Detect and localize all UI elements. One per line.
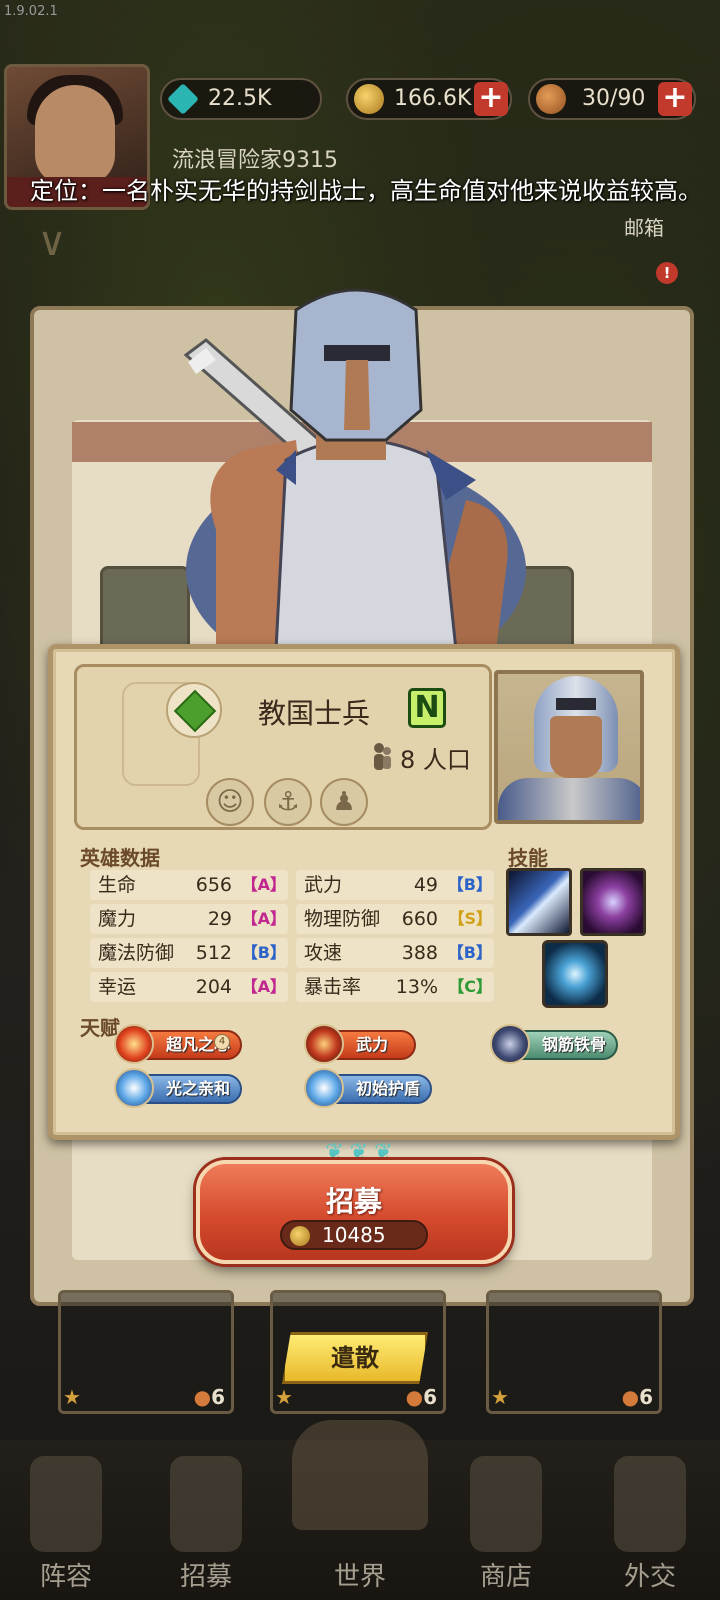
drumstick-icon: ● [405,1385,424,1409]
gem-icon [167,83,199,115]
stamina-value: 30/90 [582,86,646,111]
anchor-sword-icon[interactable]: ⚓ [264,778,312,826]
avatar-face [35,85,115,185]
recruit-card-3[interactable]: ★ ●6 [486,1290,662,1414]
talents-section-label: 天赋 [80,1016,120,1040]
hero-portrait [494,670,644,824]
version-label: 1.9.02.1 [4,4,58,19]
stat-physical-defense: 物理防御 660 【S】 [296,904,494,934]
shield-swirl-icon [304,1068,344,1108]
coin-icon [354,84,384,114]
population-text: 8 人口 [400,746,471,774]
talent-iron-body[interactable]: 钢筋铁骨 [490,1024,619,1064]
talent-force[interactable]: 武力 [304,1024,416,1064]
gold-counter: 166.6K + [346,78,512,120]
dismiss-button[interactable]: 遣散 [282,1332,428,1384]
hero-role-description: 定位：一名朴实无华的持剑战士，高生命值对他来说收益较高。 [30,177,702,205]
talent-initial-shield[interactable]: 初始护盾 [304,1068,433,1108]
nav-world[interactable]: 世界 [300,1456,420,1596]
skills-section-label: 技能 [508,846,548,870]
stat-magic-defense: 魔法防御 512 【B】 [90,938,288,968]
star-icon: ★ [63,1385,81,1409]
mail-alert-badge: ! [656,262,678,284]
bell-icon [170,1456,242,1552]
stat-magic: 魔力 29 【A】 [90,904,288,934]
stat-hp: 生命 656 【A】 [90,870,288,900]
rarity-badge: N [408,688,446,728]
player-name: 流浪冒险家9315 [172,148,338,173]
vortex-icon[interactable] [580,868,646,936]
drumstick-icon: ● [621,1385,640,1409]
recruit-cost-value: 10485 [322,1223,386,1247]
sword-slash-icon[interactable] [506,868,572,936]
gems-counter: 22.5K [160,78,322,120]
handshake-icon [614,1456,686,1552]
crosshair-shield-icon[interactable] [542,940,608,1008]
nav-lineup[interactable]: 阵容 [6,1456,126,1596]
coin-icon [290,1226,310,1246]
drumstick-icon [536,84,566,114]
gems-value: 22.5K [208,86,272,111]
add-stamina-button[interactable]: + [658,82,692,116]
light-icon [114,1068,154,1108]
crate-icon [470,1456,542,1552]
add-gold-button[interactable]: + [474,82,508,116]
class-gem-icon [166,682,222,738]
talent-level-badge: 4 [214,1034,230,1050]
person-icon[interactable]: ♟ [320,778,368,826]
stat-force: 武力 49 【B】 [296,870,494,900]
recruit-cost: 10485 [280,1220,428,1250]
card-count: 6 [423,1385,437,1409]
hero-name: 教国士兵 [258,697,371,730]
recruit-card-1[interactable]: ★ ●6 [58,1290,234,1414]
stat-crit-rate: 暴击率 13% 【C】 [296,972,494,1002]
stat-luck: 幸运 204 【A】 [90,972,288,1002]
nav-recruit[interactable]: 招募 [146,1456,266,1596]
recruit-button[interactable]: 招募 10485 [196,1160,512,1264]
armor-icon [490,1024,530,1064]
gold-value: 166.6K [394,86,472,111]
female-face-icon[interactable]: ☺ [206,778,254,826]
warrior-icon [304,1024,344,1064]
chevron-down-icon[interactable]: ∨ [22,212,82,272]
recruit-label: 招募 [325,1185,382,1218]
star-icon: ★ [275,1385,293,1409]
stat-attack-speed: 攻速 388 【B】 [296,938,494,968]
nav-shop[interactable]: 商店 [446,1456,566,1596]
star-icon: ★ [491,1385,509,1409]
mailbox-button[interactable]: 邮箱 [624,212,664,241]
stats-grid: 生命 656 【A】 武力 49 【B】 魔力 29 【A】 物理防御 660 … [80,860,496,1002]
nav-diplomacy[interactable]: 外交 [590,1456,710,1596]
card-count: 6 [639,1385,653,1409]
stamina-counter: 30/90 + [528,78,696,120]
helmet-icon [30,1456,102,1552]
talent-light-affinity[interactable]: 光之亲和 [114,1068,243,1108]
hero-figure [183,288,526,650]
card-count: 6 [211,1385,225,1409]
population-icon [374,743,391,770]
drumstick-icon: ● [193,1385,212,1409]
heart-flame-icon [114,1024,154,1064]
